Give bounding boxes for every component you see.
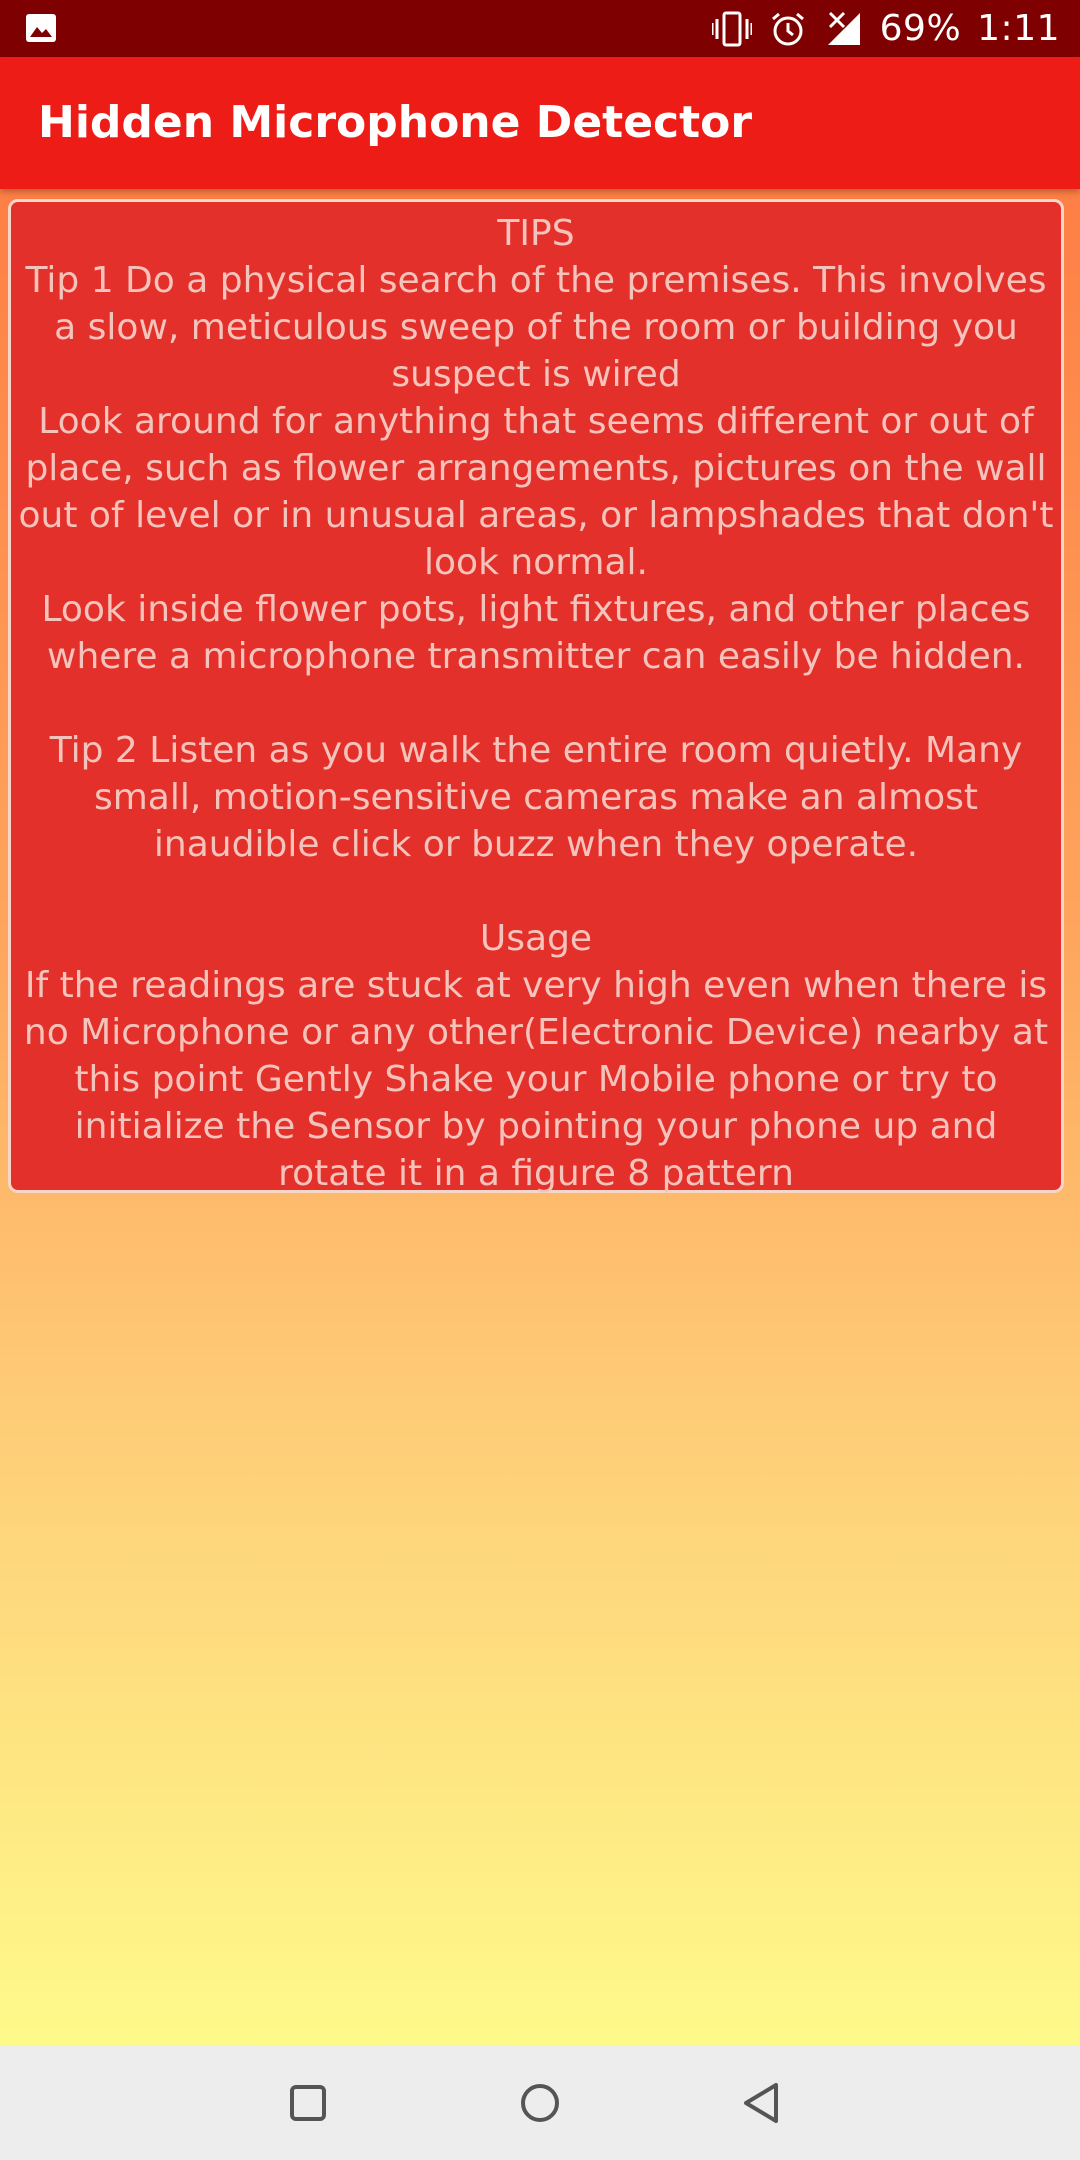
image-icon [26,14,56,42]
recents-square-icon[interactable] [276,2071,340,2135]
status-icons: 69% 1:11 [711,0,1060,57]
back-triangle-icon[interactable] [730,2071,794,2135]
vibrate-icon [711,9,752,49]
tips-heading: TIPS [497,213,575,254]
usage-text: If the readings are stuck at very high e… [23,965,1049,1194]
signal-off-icon [824,9,864,49]
tip1-text: Tip 1 Do a physical search of the premis… [25,260,1047,395]
status-bar: 69% 1:11 [0,0,1080,57]
clock-time: 1:11 [977,8,1060,49]
content-area: TIPS Tip 1 Do a physical search of the p… [0,189,1080,2046]
tips-card: TIPS Tip 1 Do a physical search of the p… [8,199,1064,1194]
tip1-look-around-text: Look around for anything that seems diff… [18,401,1054,583]
tip2-text: Tip 2 Listen as you walk the entire room… [49,730,1023,865]
usage-heading: Usage [479,918,593,959]
navigation-bar [0,2046,1080,2160]
app-bar: Hidden Microphone Detector [0,57,1080,189]
battery-percent: 69% [879,8,962,49]
app-title: Hidden Microphone Detector [38,97,753,148]
tip1-look-inside-text: Look inside flower pots, light fixtures,… [41,589,1031,677]
home-circle-icon[interactable] [508,2071,572,2135]
alarm-icon [768,9,808,49]
